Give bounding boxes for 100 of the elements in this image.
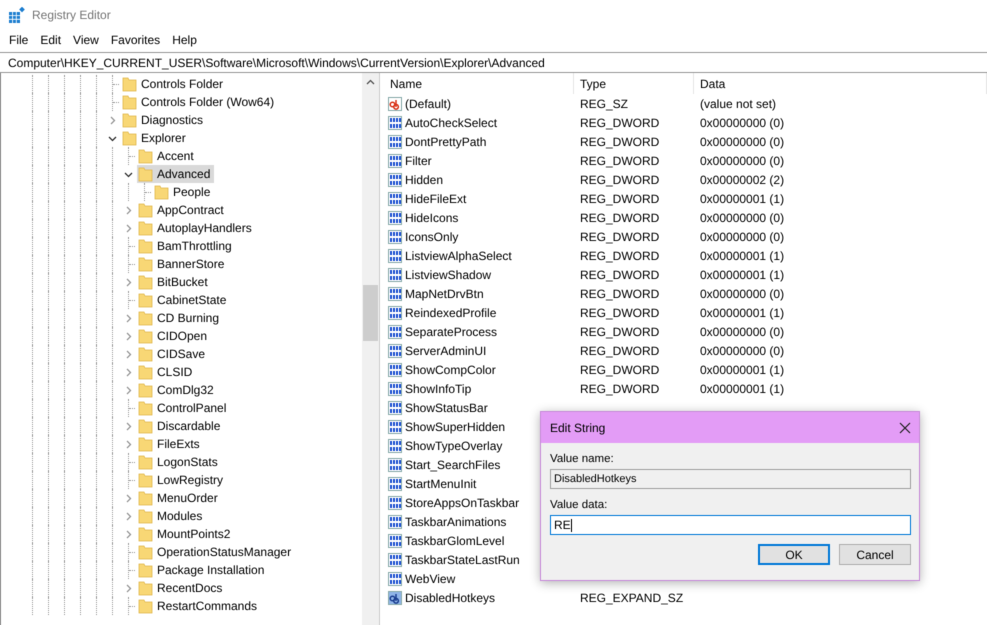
binary-value-icon [387, 210, 403, 226]
value-data: 0x00000001 (1) [699, 306, 786, 320]
tree-item[interactable]: CIDOpen [157, 329, 208, 343]
tree-item[interactable]: RecentDocs [157, 581, 222, 595]
tree-item[interactable]: Package Installation [157, 563, 264, 577]
value-name[interactable]: TaskbarAnimations [405, 514, 506, 528]
chevron-right-icon[interactable] [124, 278, 133, 287]
value-type: REG_DWORD [579, 116, 660, 130]
binary-value-icon [387, 342, 403, 358]
column-header[interactable]: Type [574, 73, 694, 94]
binary-value-icon [387, 266, 403, 282]
tree-item[interactable]: OperationStatusManager [157, 545, 292, 559]
value-name[interactable]: WebView [405, 572, 456, 586]
folder-icon [138, 328, 154, 344]
tree-item[interactable]: MenuOrder [157, 491, 218, 505]
chevron-down-icon[interactable] [124, 170, 133, 179]
value-name[interactable]: AutoCheckSelect [405, 116, 498, 130]
dialog-button[interactable]: Cancel [839, 544, 911, 565]
value-data: 0x00000001 (1) [699, 192, 786, 206]
value-name[interactable]: HideIcons [405, 210, 458, 224]
column-header[interactable]: Data [694, 73, 987, 94]
value-name[interactable]: DisabledHotkeys [405, 590, 496, 604]
close-icon[interactable] [899, 422, 911, 434]
value-name[interactable]: ReindexedProfile [405, 306, 496, 320]
chevron-down-icon[interactable] [108, 134, 117, 143]
folder-icon [138, 364, 154, 380]
value-name[interactable]: ShowSuperHidden [405, 420, 506, 434]
chevron-right-icon[interactable] [124, 584, 133, 593]
scroll-thumb[interactable] [363, 285, 378, 341]
tree-item[interactable]: Accent [157, 149, 194, 163]
tree-item[interactable]: Modules [157, 509, 202, 523]
value-name[interactable]: ListviewAlphaSelect [405, 248, 512, 262]
value-data: 0x00000000 (0) [699, 210, 786, 224]
value-name[interactable]: TaskbarStateLastRun [405, 552, 520, 566]
menu-item[interactable]: Help [166, 33, 203, 47]
chevron-right-icon[interactable] [108, 116, 117, 125]
value-data-field[interactable]: RE [550, 515, 911, 535]
folder-icon [138, 454, 154, 470]
tree-item[interactable]: RestartCommands [157, 599, 258, 613]
scrollbar[interactable] [362, 73, 379, 625]
tree-item[interactable]: CLSID [157, 365, 192, 379]
scroll-up-icon[interactable] [366, 79, 375, 85]
column-header[interactable]: Name [384, 73, 574, 94]
string-value-icon [387, 590, 403, 606]
value-name[interactable]: ShowCompColor [405, 362, 496, 376]
tree-item[interactable]: ControlPanel [157, 401, 226, 415]
folder-icon [138, 508, 154, 524]
value-name-field[interactable]: DisabledHotkeys [550, 469, 911, 489]
value-name[interactable]: ServerAdminUI [405, 344, 486, 358]
tree-item[interactable]: AppContract [157, 203, 224, 217]
tree-item[interactable]: MountPoints2 [157, 527, 230, 541]
tree-item[interactable]: Controls Folder [141, 77, 224, 91]
value-name[interactable]: Filter [405, 154, 432, 168]
value-type: REG_DWORD [579, 286, 660, 300]
binary-value-icon [387, 190, 403, 206]
menu-item[interactable]: Edit [34, 33, 68, 47]
tree-item[interactable]: BannerStore [157, 257, 224, 271]
menu-item[interactable]: Favorites [104, 33, 166, 47]
folder-icon [138, 166, 154, 182]
tree-item[interactable]: ComDlg32 [157, 383, 214, 397]
value-name[interactable]: ListviewShadow [405, 268, 492, 282]
binary-value-icon [387, 134, 403, 150]
tree-item[interactable]: LogonStats [157, 455, 218, 469]
value-name[interactable]: ShowTypeOverlay [405, 438, 502, 452]
dialog-button[interactable]: OK [758, 544, 830, 565]
value-name[interactable]: HideFileExt [405, 192, 466, 206]
value-name[interactable]: ShowStatusBar [405, 400, 488, 414]
value-name[interactable]: Hidden [405, 172, 444, 186]
menu-item[interactable]: View [67, 33, 105, 47]
value-name[interactable]: SeparateProcess [405, 324, 498, 338]
value-name[interactable]: MapNetDrvBtn [405, 286, 484, 300]
value-name[interactable]: DontPrettyPath [405, 134, 486, 148]
value-data: 0x00000000 (0) [699, 286, 786, 300]
binary-value-icon [387, 152, 403, 168]
menu-item[interactable]: File [3, 33, 34, 47]
tree-item[interactable]: Discardable [157, 419, 220, 433]
value-name[interactable]: (Default) [405, 96, 452, 110]
tree-item[interactable]: Controls Folder (Wow64) [141, 95, 274, 109]
value-name[interactable]: IconsOnly [405, 230, 458, 244]
address-bar[interactable]: Computer\HKEY_CURRENT_USER\Software\Microsoft\Windows\CurrentVersion\Explorer\Advanced [0, 52, 987, 73]
tree-item[interactable]: Explorer [141, 131, 186, 145]
tree-item[interactable]: CabinetState [157, 293, 226, 307]
value-name[interactable]: TaskbarGlomLevel [405, 534, 504, 548]
binary-value-icon [387, 380, 403, 396]
value-name[interactable]: StartMenuInit [405, 476, 476, 490]
tree-item[interactable]: People [173, 185, 210, 199]
value-name[interactable]: ShowInfoTip [405, 382, 472, 396]
value-data: 0x00000000 (0) [699, 154, 786, 168]
value-type: REG_SZ [579, 96, 630, 110]
tree-item[interactable]: BitBucket [157, 275, 208, 289]
tree-item[interactable]: CD Burning [157, 311, 220, 325]
folder-icon [138, 346, 154, 362]
tree-item[interactable]: LowRegistry [157, 473, 224, 487]
value-name[interactable]: StoreAppsOnTaskbar [405, 496, 520, 510]
tree-item[interactable]: Diagnostics [141, 113, 204, 127]
tree-item[interactable]: AutoplayHandlers [157, 221, 252, 235]
tree-item[interactable]: BamThrottling [157, 239, 232, 253]
value-name[interactable]: Start_SearchFiles [405, 458, 500, 472]
tree-item[interactable]: FileExts [157, 437, 200, 451]
tree-item[interactable]: CIDSave [157, 347, 206, 361]
